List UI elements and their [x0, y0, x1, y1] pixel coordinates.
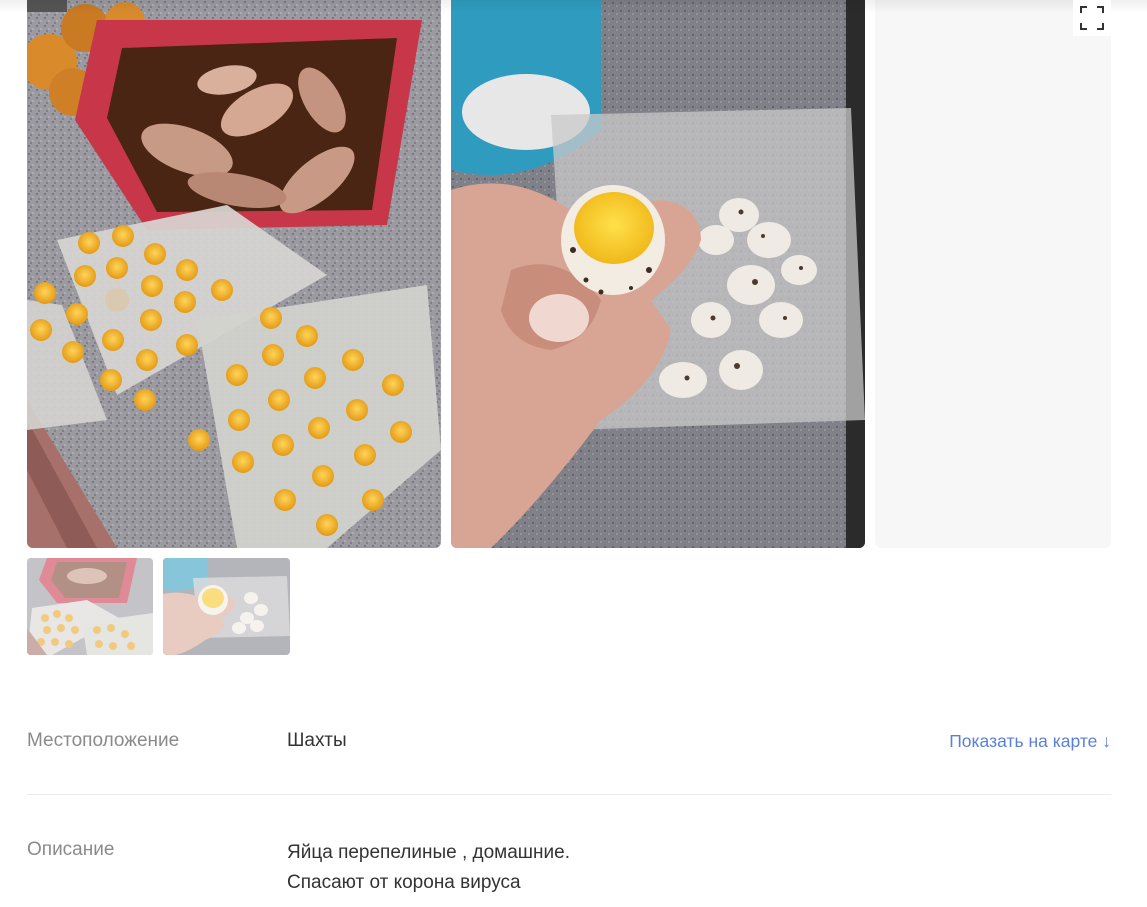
- show-on-map-link[interactable]: Показать на карте ↓: [949, 729, 1111, 753]
- description-text: Яйца перепелиные , домашние. Спасают от …: [287, 838, 570, 898]
- section-divider: [27, 794, 1111, 795]
- gallery-photo-quail-egg-in-hand[interactable]: [451, 0, 865, 548]
- fullscreen-button[interactable]: [1073, 0, 1111, 36]
- fullscreen-icon: [1080, 6, 1104, 30]
- gallery-photo-marinated-quail[interactable]: [27, 0, 441, 548]
- location-label: Местоположение: [27, 730, 180, 751]
- description-label: Описание: [27, 839, 115, 860]
- photo-gallery: [27, 0, 1111, 548]
- thumbnail-strip: [27, 558, 290, 655]
- thumbnail-2[interactable]: [163, 558, 290, 655]
- location-row: Местоположение Шахты Показать на карте ↓: [27, 729, 1111, 759]
- gallery-empty-slot: [875, 0, 1111, 548]
- top-shadow: [0, 0, 1147, 14]
- thumbnail-1[interactable]: [27, 558, 153, 655]
- description-line: Спасают от корона вируса: [287, 872, 521, 893]
- location-value: Шахты: [287, 730, 347, 751]
- description-line: Яйца перепелиные , домашние.: [287, 842, 571, 863]
